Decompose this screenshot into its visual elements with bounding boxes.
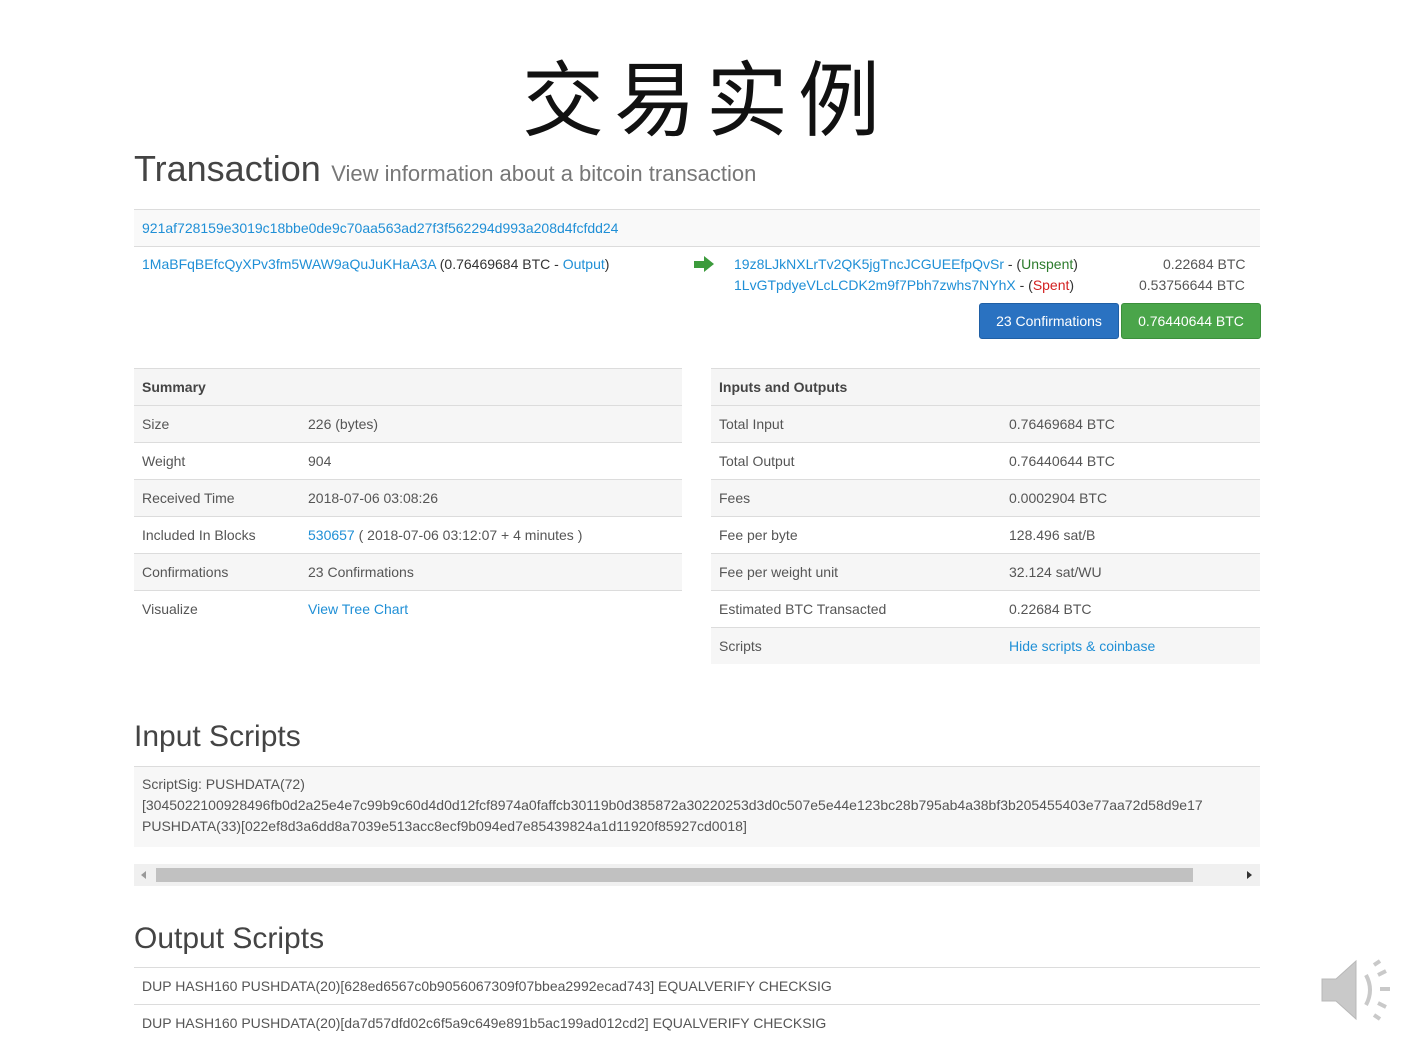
output-close: ) (1073, 256, 1078, 272)
inputs-outputs-table: Inputs and Outputs Total Input 0.76469684… (711, 368, 1260, 664)
output-script-row: DUP HASH160 PUSHDATA(20)[da7d57dfd02c6f5… (134, 1004, 1260, 1041)
block-link[interactable]: 530657 (308, 527, 355, 543)
slide-title: 交易实例 (521, 54, 890, 149)
confirmations-value: 23 Confirmations (300, 553, 682, 591)
input-amount: (0.76469684 BTC - (435, 256, 563, 272)
scripts-label: Scripts (711, 627, 1001, 664)
size-value: 226 (bytes) (300, 405, 682, 443)
input-scripts-title: Input Scripts (134, 720, 301, 753)
output-script-text: DUP HASH160 PUSHDATA(20)[da7d57dfd02c6f5… (142, 1015, 827, 1031)
output-status-spent[interactable]: Spent (1033, 277, 1070, 293)
io-value: 0.76440644 BTC (1001, 442, 1260, 480)
page-title: Transaction (134, 148, 321, 189)
included-in-blocks-label: Included In Blocks (134, 516, 300, 554)
input-entry: 1MaBFqBEfcQyXPv3fm5WAW9aQuJuKHaA3A (0.76… (142, 256, 609, 272)
script-line: PUSHDATA(33)[022ef8d3a6dd8a7039e513acc8e… (142, 818, 747, 834)
input-suffix: ) (604, 256, 610, 272)
output-script-row: DUP HASH160 PUSHDATA(20)[628ed6567c0b905… (134, 967, 1260, 1004)
scrollbar-thumb[interactable] (156, 868, 1193, 882)
io-value: 0.22684 BTC (1001, 590, 1260, 628)
view-tree-chart-link[interactable]: View Tree Chart (308, 601, 408, 617)
total-amount-button[interactable]: 0.76440644 BTC (1121, 303, 1261, 339)
input-address-link[interactable]: 1MaBFqBEfcQyXPv3fm5WAW9aQuJuKHaA3A (142, 256, 436, 272)
output-separator: - ( (1015, 277, 1033, 293)
scroll-left-icon[interactable] (141, 871, 146, 879)
output-address-link[interactable]: 19z8LJkNXLrTv2QK5jgTncJCGUEEfpQvSr (734, 256, 1004, 272)
speaker-icon[interactable] (1318, 953, 1398, 1029)
scroll-right-icon[interactable] (1247, 871, 1252, 879)
script-line: ScriptSig: PUSHDATA(72) (142, 776, 305, 792)
hide-scripts-link[interactable]: Hide scripts & coinbase (1009, 638, 1155, 654)
summary-table: Summary Size 226 (bytes) Weight 904 Receiv… (134, 368, 682, 627)
output-amount: 0.22684 BTC (1163, 256, 1246, 272)
summary-heading: Summary (134, 368, 682, 406)
inputs-outputs-heading: Inputs and Outputs (711, 368, 1260, 406)
input-scripts-box: ScriptSig: PUSHDATA(72) [304502210092849… (134, 766, 1260, 847)
right-arrow-icon (694, 256, 714, 272)
confirmations-label: Confirmations (134, 553, 300, 591)
transaction-hash-row: 921af728159e3019c18bbe0de9c70aa563ad27f3… (134, 209, 1260, 247)
io-label: Total Output (711, 442, 1001, 480)
visualize-value: View Tree Chart (300, 590, 682, 627)
size-label: Size (134, 405, 300, 443)
output-script-text: DUP HASH160 PUSHDATA(20)[628ed6567c0b905… (142, 978, 832, 994)
io-label: Total Input (711, 405, 1001, 443)
io-label: Fees (711, 479, 1001, 517)
visualize-label: Visualize (134, 590, 300, 627)
output-status-unspent[interactable]: Unspent (1021, 256, 1073, 272)
scripts-value: Hide scripts & coinbase (1001, 627, 1260, 664)
output-close: ) (1069, 277, 1075, 293)
io-label: Fee per byte (711, 516, 1001, 554)
weight-value: 904 (300, 442, 682, 480)
confirmations-button[interactable]: 23 Confirmations (979, 303, 1119, 339)
io-value: 0.76469684 BTC (1001, 405, 1260, 443)
io-label: Fee per weight unit (711, 553, 1001, 591)
weight-label: Weight (134, 442, 300, 480)
io-value: 32.124 sat/WU (1001, 553, 1260, 591)
received-time-label: Received Time (134, 479, 300, 517)
page-subtitle: View information about a bitcoin transac… (331, 161, 757, 186)
page-header: Transaction View information about a bit… (134, 148, 756, 190)
received-time-value: 2018-07-06 03:08:26 (300, 479, 682, 517)
included-in-blocks-value: 530657 ( 2018-07-06 03:12:07 + 4 minutes… (300, 516, 682, 554)
horizontal-scrollbar[interactable] (134, 864, 1260, 886)
output-entry: 1LvGTpdyeVLcLCDK2m9f7Pbh7zwhs7NYhX - (Sp… (734, 277, 1074, 293)
io-label: Estimated BTC Transacted (711, 590, 1001, 628)
block-time: ( 2018-07-06 03:12:07 + 4 minutes ) (354, 527, 583, 543)
input-output-link[interactable]: Output (563, 256, 605, 272)
output-address-link[interactable]: 1LvGTpdyeVLcLCDK2m9f7Pbh7zwhs7NYhX (734, 277, 1016, 293)
output-separator: - ( (1003, 256, 1022, 272)
io-value: 128.496 sat/B (1001, 516, 1260, 554)
transaction-hash-link[interactable]: 921af728159e3019c18bbe0de9c70aa563ad27f3… (134, 220, 618, 236)
io-value: 0.0002904 BTC (1001, 479, 1260, 517)
output-scripts-title: Output Scripts (134, 922, 325, 955)
output-entry: 19z8LJkNXLrTv2QK5jgTncJCGUEEfpQvSr - (Un… (734, 256, 1078, 272)
script-line: [3045022100928496fb0d2a25e4e7c99b9c60d4d… (142, 797, 1203, 813)
output-amount: 0.53756644 BTC (1139, 277, 1245, 293)
